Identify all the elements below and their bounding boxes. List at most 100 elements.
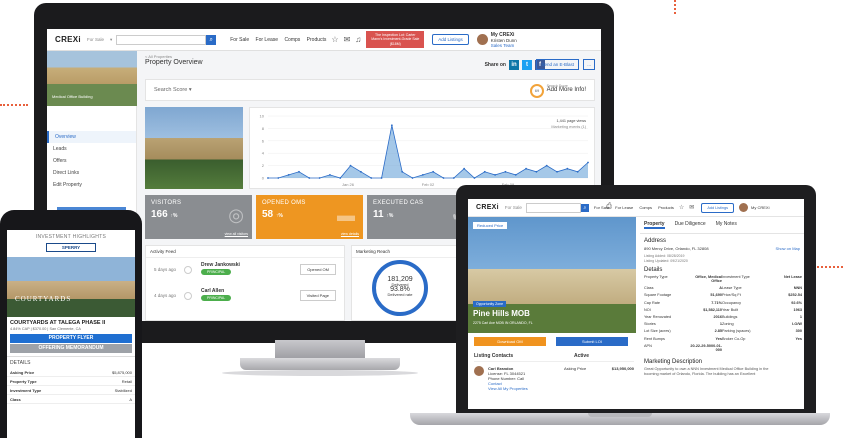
nav-comps[interactable]: Comps [284,37,300,43]
delivered-pct-label: Delivered rate [387,292,413,297]
data-point [360,170,362,173]
crexi-logo[interactable]: CREXi [476,204,499,211]
add-listings-button[interactable]: Add Listings [701,202,735,213]
nav-for-lease[interactable]: For Lease [615,205,633,210]
send-eblast-button[interactable]: Send an E-Blast [536,59,579,70]
detail-label: NOI [644,307,651,312]
y-tick-label: 6 [262,138,265,143]
detail-label: Square Footage [644,293,672,298]
search-input[interactable] [525,202,581,213]
reduced-price-badge: Reduced Price [473,222,508,229]
view-details-link[interactable]: view details [341,232,359,236]
nav-for-lease[interactable]: For Lease [256,37,279,43]
nav-products[interactable]: Products [658,205,674,210]
product-select[interactable]: For Sale [87,37,104,42]
sidebar-item-offers[interactable]: Offers [47,155,136,167]
chevron-down-icon[interactable]: ▾ [187,87,192,93]
score-cta[interactable]: Search Score Add More Info! [547,84,586,93]
submit-loi-button[interactable]: Submit LOI [556,337,628,346]
star-icon[interactable]: ☆ [331,35,338,44]
star-icon[interactable]: ☆ [679,204,684,211]
search-input[interactable] [116,34,207,45]
add-more-info-link[interactable]: Add More Info! [547,87,586,93]
promo-banner[interactable]: The Inspection Lot: Carter Mann's Invest… [366,30,425,49]
detail-label: Zoning [722,322,734,327]
user-name[interactable]: My CREXi [751,205,769,210]
nav-products[interactable]: Products [307,37,327,43]
contact-name[interactable]: Drew Jankowski [201,262,240,268]
search-score-bar: Search Score ▾ 69 Search Score Add More … [145,79,595,101]
detail-value: 2.85 [714,329,722,334]
detail-label: Year Built [722,307,739,312]
twitter-icon[interactable]: t [522,60,532,70]
sperry-logo: SPERRY [46,243,96,252]
detail-label: Class [10,396,21,402]
data-point [390,124,393,127]
activity-feed-title: Activity Feed [146,246,344,258]
marketing-description-title: Marketing Description [644,358,703,365]
data-point [308,177,311,179]
avatar[interactable] [476,34,488,45]
chart-svg: 0246810Jan 26Feb 02Feb 091,441 page view… [260,114,589,187]
bell-icon[interactable]: ♫ [355,35,361,44]
top-nav: For Sale For Lease Comps Products [230,37,331,43]
asking-price-row: Asking Price $13,950,000 [564,366,634,391]
data-point [298,170,300,173]
data-point [504,170,507,173]
marketing-description: Great Opportunity to own a NNN Investmen… [644,366,769,376]
more-button[interactable]: ... [583,59,595,70]
monitor-shadow [222,370,418,376]
offering-memorandum-button[interactable]: OFFERING MEMORANDUM [10,344,132,353]
details-table: Property Type Office, Medical Office Inves… [640,275,804,352]
activity-action[interactable]: Opened OM [300,264,336,275]
share-icon[interactable]: ⎙ [606,203,612,211]
detail-value: 7.71% [711,300,722,305]
activity-action[interactable]: Visited Page [299,290,336,301]
data-point [442,177,445,179]
sidebar-item-edit-property[interactable]: Edit Property [47,179,136,191]
contact-card: Carl Brandon License: FL 3044521 Phone N… [474,366,634,391]
nav-for-sale[interactable]: For Sale [230,37,249,43]
view-visitors-link[interactable]: view all visitors [225,232,248,236]
data-point [463,167,466,170]
delivered-ring: 181,209 Delivered 93.8% Delivered rate [372,260,428,316]
property-flyer-button[interactable]: PROPERTY FLYER [10,334,132,343]
search-icon[interactable]: ⌕ [206,34,217,45]
sidebar-item-direct-links[interactable]: Direct Links [47,167,136,179]
tab-my-notes[interactable]: My Notes [716,221,737,229]
crexi-logo[interactable]: CREXi [55,35,81,44]
contact-name[interactable]: Carl Allen [201,288,224,294]
search-icon[interactable]: ⌕ [580,203,589,212]
user-menu[interactable]: My CREXi Kristen Dunn Sales Team [491,32,517,48]
sidebar-item-leads[interactable]: Leads [47,143,136,155]
search-score-dropdown[interactable]: Search Score [154,87,187,93]
detail-label: Stories [644,322,656,327]
detail-label: Buildings [722,314,738,319]
data-point [525,167,527,170]
tab-property[interactable]: Property [644,221,665,229]
show-on-map-link[interactable]: Show on Map [776,246,800,251]
mail-icon[interactable]: ✉ [344,35,351,44]
detail-value: Net Lease [784,275,802,279]
view-all-link[interactable]: View All My Properties [488,386,528,391]
details-title: Details [644,267,663,273]
data-point [587,161,589,164]
detail-value: A [719,286,722,291]
nav-comps[interactable]: Comps [639,205,652,210]
detail-value: Stabilized [114,387,132,393]
y-tick-label: 10 [260,114,265,119]
tab-due-diligence[interactable]: Due Diligence [675,221,706,229]
linkedin-icon[interactable]: in [509,60,519,70]
sidebar-item-overview[interactable]: Overview [47,131,136,143]
add-listings-button[interactable]: Add Listings [432,34,469,45]
download-om-button[interactable]: Download OM [474,337,546,346]
mail-icon[interactable]: ✉ [689,204,694,211]
detail-label: Occupancy [722,300,741,305]
data-point [556,170,558,173]
avatar[interactable] [739,203,749,212]
user-link[interactable]: Sales Team [491,43,514,48]
product-select[interactable]: For Sale [505,205,522,210]
monitor-stand [275,340,365,360]
sidebar-nav: Overview Leads Offers Direct Links Edit … [47,131,136,191]
property-details-panel: Property Due Diligence My Notes Address … [640,217,804,409]
